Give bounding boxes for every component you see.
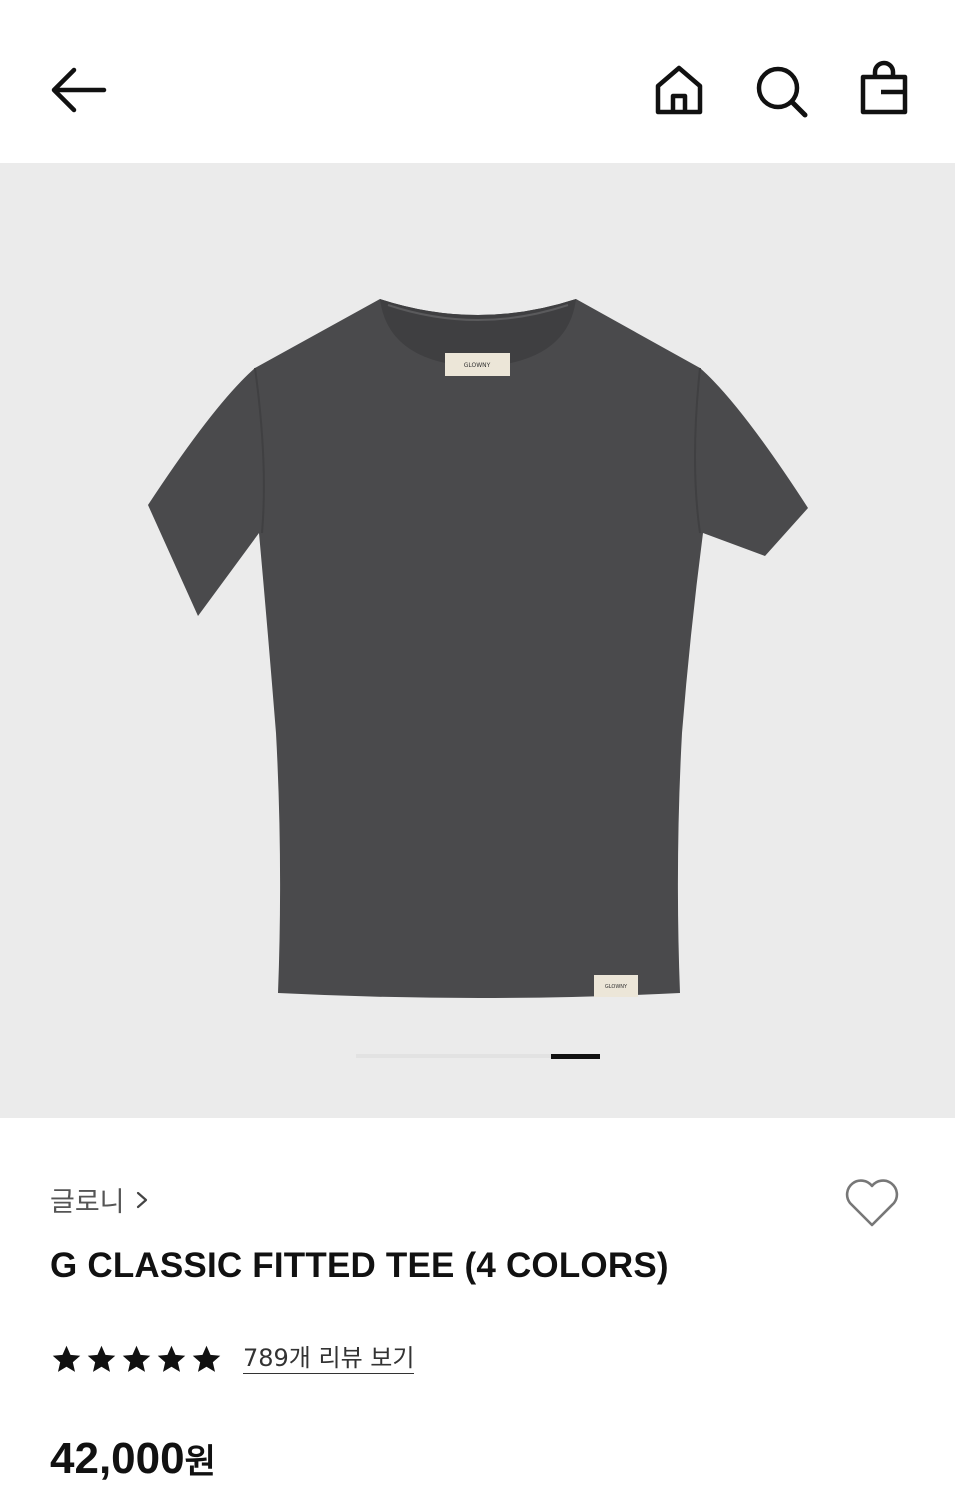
wishlist-button[interactable] bbox=[842, 1175, 902, 1231]
review-link[interactable]: 789개 리뷰 보기 bbox=[243, 1344, 415, 1375]
gallery-indicator-active bbox=[551, 1054, 600, 1059]
star-icon bbox=[87, 1345, 116, 1372]
svg-text:GLOWNY: GLOWNY bbox=[464, 362, 491, 369]
home-button[interactable] bbox=[648, 60, 710, 120]
top-navigation-bar bbox=[0, 0, 955, 163]
brand-link[interactable]: 글로니 bbox=[50, 1180, 149, 1219]
svg-text:GLOWNY: GLOWNY bbox=[605, 984, 628, 990]
star-rating bbox=[50, 1343, 223, 1376]
star-icon bbox=[192, 1345, 221, 1372]
search-button[interactable] bbox=[750, 60, 812, 120]
heart-icon bbox=[845, 1179, 899, 1227]
product-title: G CLASSIC FITTED TEE (4 COLORS) bbox=[50, 1246, 669, 1285]
product-image-gallery[interactable]: GLOWNY GLOWNY bbox=[0, 163, 955, 1118]
shopping-bag-button[interactable] bbox=[853, 58, 915, 120]
price-currency: 원 bbox=[184, 1442, 216, 1482]
brand-name: 글로니 bbox=[50, 1187, 125, 1218]
t-shirt-shape bbox=[148, 299, 808, 998]
product-price: 42,000원 bbox=[50, 1434, 216, 1484]
price-amount: 42,000 bbox=[50, 1434, 185, 1483]
arrow-left-icon bbox=[51, 67, 107, 113]
shopping-bag-icon bbox=[860, 60, 908, 115]
star-icon bbox=[52, 1345, 81, 1372]
product-image: GLOWNY GLOWNY bbox=[148, 299, 808, 998]
star-icon bbox=[122, 1345, 151, 1372]
home-icon bbox=[655, 65, 703, 115]
rating-row: 789개 리뷰 보기 bbox=[50, 1343, 415, 1376]
search-icon bbox=[756, 66, 808, 118]
chevron-right-icon bbox=[136, 1191, 147, 1208]
back-button[interactable] bbox=[46, 62, 110, 118]
star-icon bbox=[157, 1345, 186, 1372]
